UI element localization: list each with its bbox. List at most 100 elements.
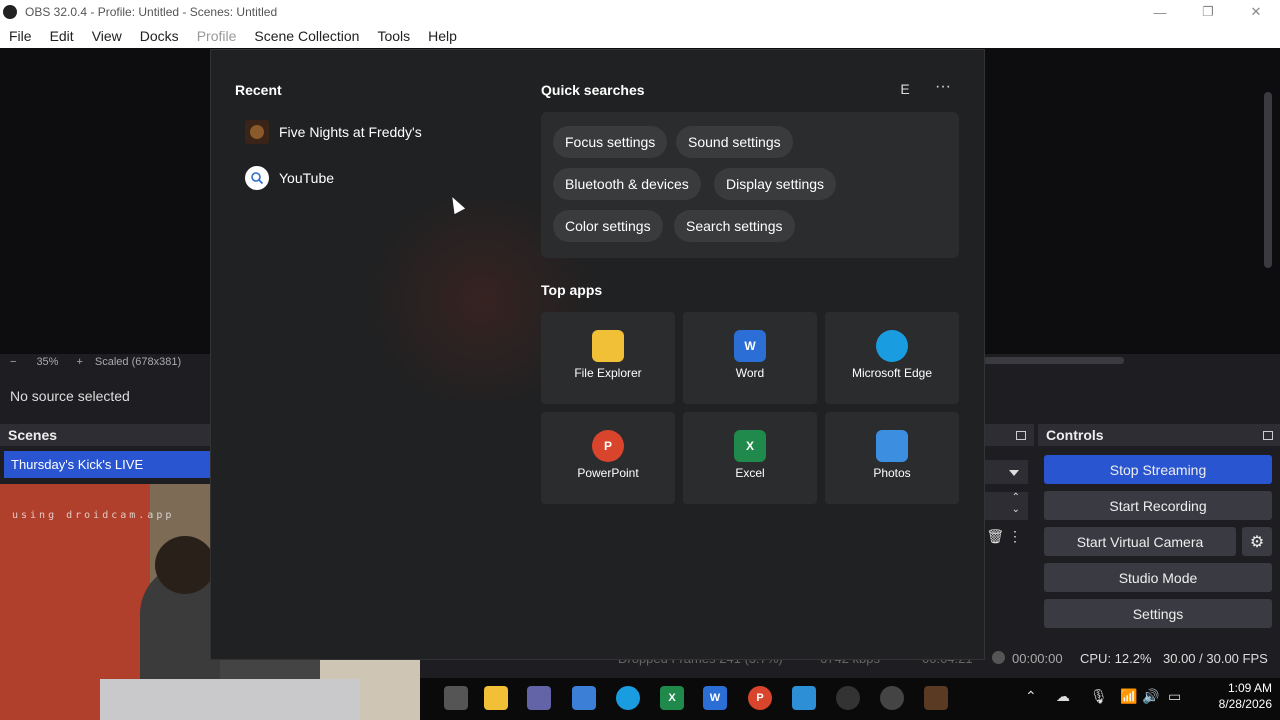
virtual-camera-gear-icon[interactable]: ⚙ <box>1242 527 1272 556</box>
app-label: Photos <box>873 466 911 480</box>
settings-button[interactable]: Settings <box>1044 599 1272 628</box>
quick-searches-panel: Focus settings Sound settings Bluetooth … <box>541 112 959 258</box>
menu-bar: File Edit View Docks Profile Scene Colle… <box>0 24 1280 48</box>
horizontal-scrollbar[interactable] <box>984 357 1124 364</box>
webcam-watermark: using droidcam.app <box>12 510 175 521</box>
quick-search-color[interactable]: Color settings <box>553 210 663 242</box>
taskbar-clock[interactable]: 1:09 AM 8/28/2026 <box>1202 680 1272 712</box>
menu-tools[interactable]: Tools <box>368 28 419 44</box>
menu-file[interactable]: File <box>0 28 41 44</box>
store-taskbar-icon[interactable] <box>572 686 596 710</box>
excel-taskbar-icon[interactable]: X <box>660 686 684 710</box>
quick-search-sound[interactable]: Sound settings <box>676 126 793 158</box>
window-controls: — ❐ ✕ <box>1136 0 1280 24</box>
top-apps-title: Top apps <box>541 282 603 298</box>
outlook-taskbar-icon[interactable] <box>792 686 816 710</box>
user-initial[interactable]: E <box>895 78 915 100</box>
recent-item-fnaf[interactable]: Five Nights at Freddy's <box>245 117 422 147</box>
studio-mode-button[interactable]: Studio Mode <box>1044 563 1272 592</box>
minimize-icon[interactable]: — <box>1136 0 1184 24</box>
search-icon <box>245 166 269 190</box>
chevron-up-icon[interactable]: ⌃ <box>1025 688 1037 705</box>
more-options-icon[interactable]: ··· <box>933 78 953 100</box>
app-tile-powerpoint[interactable]: P PowerPoint <box>541 412 675 504</box>
duration-stepper[interactable]: ⌃ ⌄ <box>984 492 1028 520</box>
obs-taskbar-icon[interactable] <box>836 686 860 710</box>
edge-taskbar-icon[interactable] <box>616 686 640 710</box>
photos-icon <box>876 430 908 462</box>
scene-list-item[interactable]: Thursday's Kick's LIVE <box>4 451 210 478</box>
transition-dropdown[interactable] <box>984 460 1028 484</box>
teams-taskbar-icon[interactable] <box>527 686 551 710</box>
recent-item-label: Five Nights at Freddy's <box>279 124 422 140</box>
taskbar: X W P ⌃ ☁ 🎙 📶 🔊 ▭ 1:09 AM 8/28/2026 <box>420 678 1280 720</box>
powerpoint-icon: P <box>592 430 624 462</box>
zoom-in-icon[interactable]: + <box>76 356 82 368</box>
app-label: Microsoft Edge <box>851 366 933 380</box>
app-tile-excel[interactable]: X Excel <box>683 412 817 504</box>
menu-view[interactable]: View <box>83 28 131 44</box>
word-icon: W <box>734 330 766 362</box>
controls-title: Controls <box>1046 427 1104 443</box>
quick-search-display[interactable]: Display settings <box>714 168 837 200</box>
window-title: OBS 32.0.4 - Profile: Untitled - Scenes:… <box>25 5 278 19</box>
fps-readout: 30.00 / 30.00 FPS <box>1163 650 1268 666</box>
fnaf-taskbar-icon[interactable] <box>924 686 948 710</box>
controls-undock-icon[interactable] <box>1263 431 1273 440</box>
excel-icon: X <box>734 430 766 462</box>
task-view-icon[interactable] <box>444 686 468 710</box>
menu-help[interactable]: Help <box>419 28 466 44</box>
start-virtual-camera-button[interactable]: Start Virtual Camera <box>1044 527 1236 556</box>
quick-search-focus[interactable]: Focus settings <box>553 126 668 158</box>
record-indicator-icon <box>992 651 1005 664</box>
quick-search-search[interactable]: Search settings <box>674 210 795 242</box>
microphone-icon[interactable]: 🎙 <box>1090 688 1108 705</box>
scenes-dock-title: Scenes <box>0 424 210 446</box>
start-menu: Recent Five Nights at Freddy's YouTube Q… <box>210 49 985 660</box>
scenes-title: Scenes <box>8 427 58 443</box>
cloud-icon[interactable]: ☁ <box>1056 688 1070 705</box>
menu-profile[interactable]: Profile <box>188 28 246 44</box>
volume-icon[interactable]: 🔊 <box>1142 688 1159 705</box>
recent-title: Recent <box>235 82 282 98</box>
word-taskbar-icon[interactable]: W <box>703 686 727 710</box>
trash-icon[interactable]: 🗑 <box>986 528 1004 544</box>
stop-streaming-button[interactable]: Stop Streaming <box>1044 455 1272 484</box>
source-status: No source selected <box>10 388 130 404</box>
audio-dock-title <box>984 424 1034 446</box>
app-label: Word <box>735 366 765 380</box>
app-tile-file-explorer[interactable]: File Explorer <box>541 312 675 404</box>
recent-item-label: YouTube <box>279 170 335 186</box>
fnaf-game-icon <box>245 120 269 144</box>
zoom-out-icon[interactable]: − <box>10 356 16 368</box>
quick-searches-title: Quick searches <box>541 82 645 98</box>
app-tile-edge[interactable]: Microsoft Edge <box>825 312 959 404</box>
more-vert-icon[interactable]: ⋮ <box>1008 528 1022 544</box>
close-icon[interactable]: ✕ <box>1232 0 1280 24</box>
app-label: PowerPoint <box>577 466 639 480</box>
app-tile-photos[interactable]: Photos <box>825 412 959 504</box>
undock-icon[interactable] <box>1016 431 1026 440</box>
clock-date: 8/28/2026 <box>1218 697 1272 711</box>
cpu-usage: CPU: 12.2% <box>1080 650 1152 666</box>
powerpoint-taskbar-icon[interactable]: P <box>748 686 772 710</box>
scale-label: Scaled (678x381) <box>94 356 182 368</box>
battery-icon[interactable]: ▭ <box>1168 688 1181 705</box>
recent-item-youtube[interactable]: YouTube <box>245 163 334 193</box>
menu-edit[interactable]: Edit <box>41 28 83 44</box>
droidcam-taskbar-icon[interactable] <box>880 686 904 710</box>
app-tile-word[interactable]: W Word <box>683 312 817 404</box>
menu-scene-collection[interactable]: Scene Collection <box>245 28 368 44</box>
wifi-icon[interactable]: 📶 <box>1120 688 1137 705</box>
vertical-scrollbar[interactable] <box>1264 92 1272 268</box>
file-explorer-taskbar-icon[interactable] <box>484 686 508 710</box>
start-recording-button[interactable]: Start Recording <box>1044 491 1272 520</box>
record-time: 00:00:00 <box>1012 650 1063 666</box>
transition-dock: ⌃ ⌄ 🗑 ⋮ <box>984 456 1030 626</box>
obs-logo-icon <box>3 5 17 19</box>
folder-icon <box>592 330 624 362</box>
app-label: Excel <box>735 466 765 480</box>
menu-docks[interactable]: Docks <box>131 28 188 44</box>
maximize-icon[interactable]: ❐ <box>1184 0 1232 24</box>
quick-search-bluetooth[interactable]: Bluetooth & devices <box>553 168 701 200</box>
